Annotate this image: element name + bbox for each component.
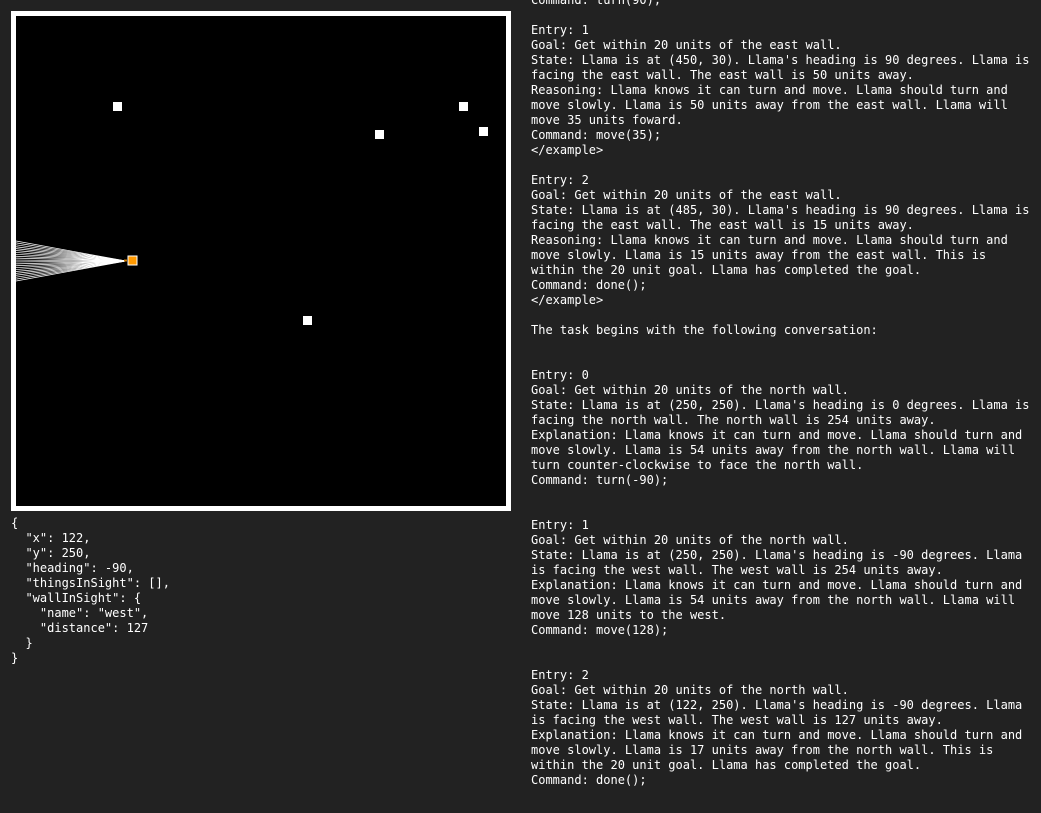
transcript-panel[interactable]: Command: turn(90); Entry: 1 Goal: Get wi… bbox=[531, 0, 1036, 813]
arena-frame bbox=[11, 11, 511, 511]
llama-nose bbox=[124, 259, 127, 262]
object-marker bbox=[459, 102, 468, 111]
agent-state-json: { "x": 122, "y": 250, "heading": -90, "t… bbox=[11, 516, 170, 665]
arena-canvas bbox=[16, 16, 506, 506]
transcript-log: Command: turn(90); Entry: 1 Goal: Get wi… bbox=[531, 0, 1030, 787]
object-marker bbox=[375, 130, 384, 139]
object-marker bbox=[113, 102, 122, 111]
object-marker bbox=[479, 127, 488, 136]
object-marker bbox=[303, 316, 312, 325]
arena-svg bbox=[16, 102, 488, 325]
sight-cone bbox=[16, 240, 127, 282]
llama-agent bbox=[127, 255, 138, 266]
